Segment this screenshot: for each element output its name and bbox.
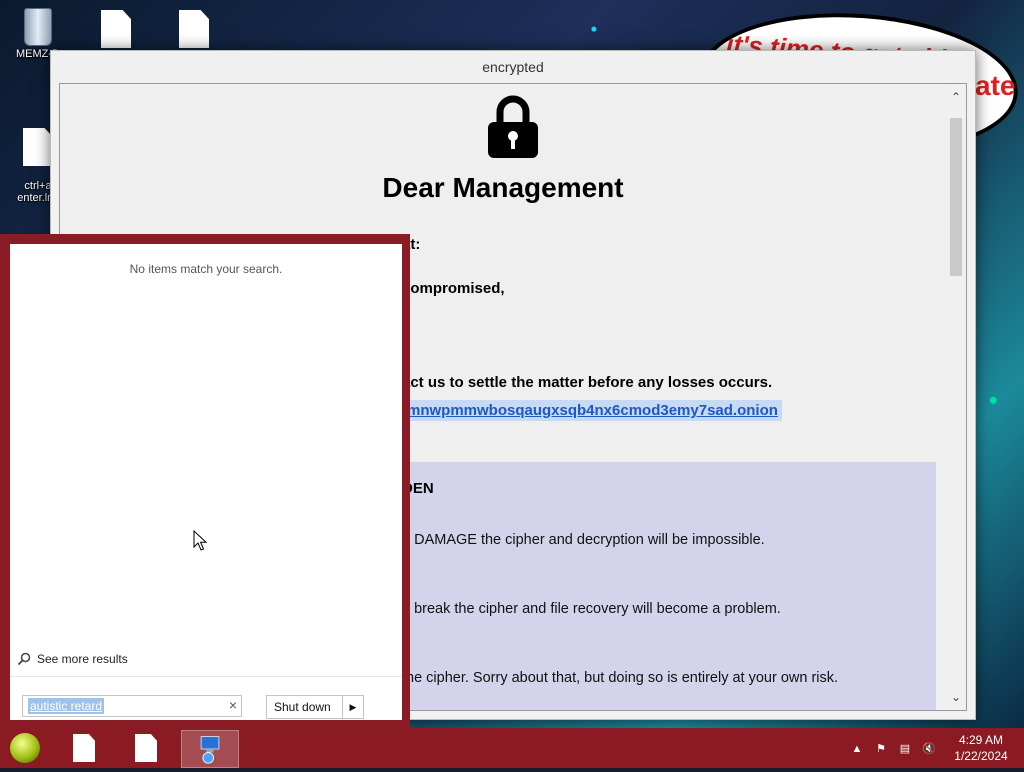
wallpaper-text-tail: ate	[975, 70, 1016, 101]
action-center-flag-icon[interactable]: ⚑	[874, 742, 888, 756]
desktop-icon-file[interactable]	[164, 10, 224, 50]
mouse-cursor-icon	[193, 530, 207, 551]
window-title: encrypted	[51, 51, 975, 83]
clock[interactable]: 4:29 AM 1/22/2024	[948, 732, 1014, 764]
warning-box: DEN d DAMAGE the cipher and decryption w…	[400, 462, 936, 710]
desktop-icon-file[interactable]	[86, 10, 146, 50]
search-input[interactable]: autistic retard ×	[22, 695, 242, 717]
clock-time: 4:29 AM	[958, 733, 1004, 747]
note-line: act us to settle the matter before any l…	[402, 374, 773, 391]
scroll-down-icon[interactable]: ⌄	[946, 688, 966, 706]
start-search-panel: No items match your search. See more res…	[10, 244, 402, 720]
file-icon	[73, 734, 95, 762]
start-search-frame: No items match your search. See more res…	[0, 234, 410, 728]
computer-icon	[200, 736, 220, 764]
recycle-bin-icon	[24, 8, 52, 46]
taskbar-item-file[interactable]	[58, 730, 110, 766]
lock-icon	[488, 95, 538, 158]
clock-date: 1/22/2024	[954, 749, 1008, 763]
start-button-icon[interactable]	[10, 733, 40, 763]
file-icon	[135, 734, 157, 762]
warning-line: d DAMAGE the cipher and decryption will …	[402, 532, 765, 548]
divider	[10, 676, 402, 677]
show-hidden-icons-icon[interactable]: ▲	[850, 742, 864, 756]
onion-link[interactable]: mnwpmmwbosqaugxsqb4nx6cmod3emy7sad.onion	[403, 400, 782, 421]
warning-line: the cipher. Sorry about that, but doing …	[402, 670, 839, 686]
note-line: compromised,	[402, 280, 505, 297]
vertical-scrollbar[interactable]: ⌃ ⌄	[946, 84, 966, 710]
warning-line: d break the cipher and file recovery wil…	[402, 601, 781, 617]
clear-search-icon[interactable]: ×	[229, 697, 237, 713]
search-query: autistic retard	[28, 698, 105, 714]
shutdown-button[interactable]: Shut down ▶	[266, 695, 364, 719]
shutdown-label: Shut down	[274, 700, 331, 714]
taskbar-item-active-app[interactable]	[181, 730, 239, 768]
file-icon	[101, 10, 131, 48]
scroll-thumb[interactable]	[950, 118, 962, 276]
scroll-up-icon[interactable]: ⌃	[946, 88, 966, 106]
no-results-message: No items match your search.	[129, 262, 283, 276]
network-icon[interactable]: ▤	[898, 742, 912, 756]
file-icon	[179, 10, 209, 48]
see-more-results-link[interactable]: See more results	[17, 652, 128, 666]
shutdown-options-arrow-icon[interactable]: ▶	[342, 696, 363, 718]
shortcut-file-icon	[23, 128, 53, 166]
search-icon	[17, 652, 31, 666]
note-heading: Dear Management	[382, 172, 624, 203]
taskbar: ▲ ⚑ ▤ 🔇 4:29 AM 1/22/2024	[0, 728, 1024, 768]
taskbar-item-file[interactable]	[120, 730, 172, 766]
volume-muted-icon[interactable]: 🔇	[922, 742, 936, 756]
see-more-label: See more results	[37, 652, 128, 666]
